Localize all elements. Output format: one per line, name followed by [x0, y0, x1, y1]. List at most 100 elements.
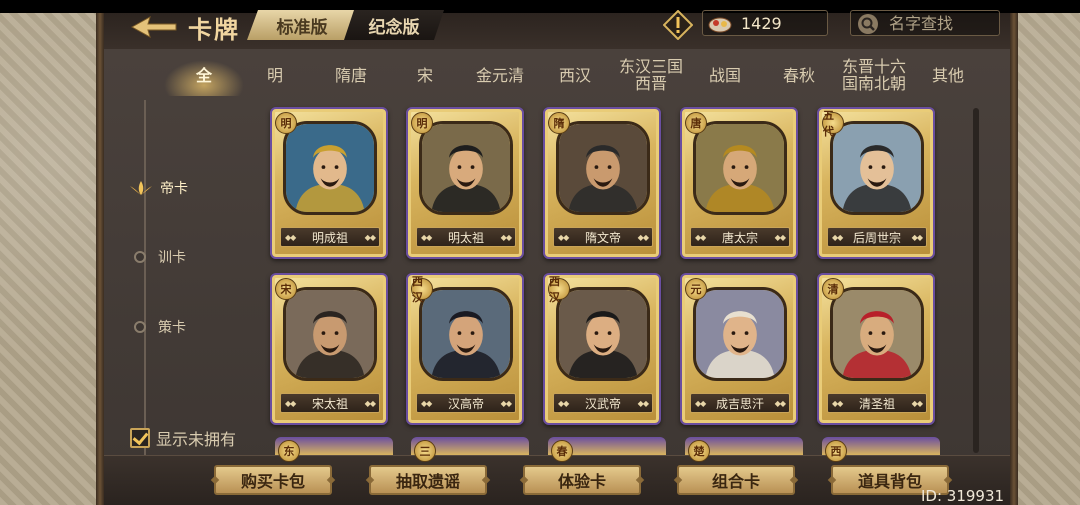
emperor-card[interactable]: 清 ◆◆ 清圣祖 ◆◆ [817, 273, 935, 425]
emperor-card[interactable]: 宋 ◆◆ 宋太祖 ◆◆ [270, 273, 388, 425]
emperor-card[interactable]: 五代 ◆◆ 后周世宗 ◆◆ [817, 107, 935, 259]
era-tab-dongjin[interactable]: 东晋十六 国南北朝 [834, 50, 914, 100]
search-box[interactable] [850, 10, 1000, 36]
portrait-image [693, 287, 787, 381]
emperor-card[interactable]: 西汉 ◆◆ 汉武帝 ◆◆ [543, 273, 661, 425]
portrait-image [830, 121, 924, 215]
warning-button[interactable] [662, 9, 694, 41]
card-name-bar: ◆◆ 宋太祖 ◆◆ [280, 393, 380, 413]
show-unowned-label: 显示未拥有 [156, 430, 237, 449]
page-title: 卡牌 [188, 16, 240, 44]
era-tab-suitang[interactable]: 隋唐 [314, 50, 388, 100]
card-name-bar: ◆◆ 成吉思汗 ◆◆ [690, 393, 790, 413]
emperor-card[interactable]: 隋 ◆◆ 隋文帝 ◆◆ [543, 107, 661, 259]
currency-value: 1429 [741, 14, 782, 33]
dynasty-badge: 明 [275, 112, 297, 134]
coin-pouch-icon [708, 17, 732, 33]
ornament-right: ◆◆ [911, 232, 923, 242]
category-label: 策卡 [158, 320, 186, 336]
portrait-image [693, 121, 787, 215]
partial-card[interactable]: 春 [548, 437, 666, 462]
card-name-bar: ◆◆ 明太祖 ◆◆ [416, 227, 516, 247]
card-name-bar: ◆◆ 唐太宗 ◆◆ [690, 227, 790, 247]
dynasty-badge: 三 [414, 440, 436, 462]
dynasty-badge: 春 [551, 440, 573, 462]
show-unowned-toggle[interactable]: 显示未拥有 [130, 426, 236, 450]
card-name: 宋太祖 [311, 396, 348, 411]
category-training[interactable]: 训卡 [134, 245, 186, 269]
portrait-image [419, 121, 513, 215]
search-icon [858, 14, 878, 34]
trial-card-button[interactable]: 体验卡 [523, 465, 641, 495]
ornament-left: ◆◆ [421, 232, 432, 242]
partial-card[interactable]: 楚 [685, 437, 803, 462]
left-ornament-frame [0, 13, 104, 505]
combo-card-button[interactable]: 组合卡 [677, 465, 795, 495]
ornament-right: ◆◆ [774, 232, 786, 242]
era-tab-donghan[interactable]: 东汉三国 西晋 [612, 50, 690, 100]
card-name: 明成祖 [311, 230, 348, 245]
draw-relic-button[interactable]: 抽取遗谣 [369, 465, 487, 495]
dynasty-badge: 清 [822, 278, 844, 300]
card-name-bar: ◆◆ 明成祖 ◆◆ [280, 227, 380, 247]
ornament-left: ◆◆ [421, 398, 432, 408]
emperor-card[interactable]: 明 ◆◆ 明太祖 ◆◆ [406, 107, 524, 259]
era-filter-bar: 全 明 隋唐 宋 金元清 西汉 东汉三国 西晋 战国 春秋 东晋十六 国南北朝 … [104, 50, 1010, 100]
search-input[interactable] [889, 13, 995, 33]
dynasty-badge: 五代 [822, 109, 844, 138]
card-name: 汉高帝 [447, 396, 484, 411]
ornament-left: ◆◆ [695, 398, 706, 408]
scrollbar[interactable] [973, 108, 979, 453]
tab-commemorative-edition[interactable]: 纪念版 [344, 10, 444, 40]
portrait-image [283, 121, 377, 215]
category-dot [134, 251, 146, 263]
category-dot [134, 321, 146, 333]
category-strategy[interactable]: 策卡 [134, 315, 186, 339]
partial-card[interactable]: 三 [411, 437, 529, 462]
era-tab-all[interactable]: 全 [164, 50, 244, 100]
card-name: 清圣祖 [858, 396, 895, 411]
emperor-card[interactable]: 元 ◆◆ 成吉思汗 ◆◆ [680, 273, 798, 425]
back-arrow-button[interactable] [130, 14, 178, 40]
ornament-left: ◆◆ [832, 398, 843, 408]
player-id: ID: 319931 [921, 487, 1005, 505]
ornament-right: ◆◆ [364, 398, 376, 408]
partial-card[interactable]: 东 [275, 437, 393, 462]
dynasty-badge: 宋 [275, 278, 297, 300]
portrait-image [419, 287, 513, 381]
ornament-right: ◆◆ [637, 398, 649, 408]
era-tab-ming[interactable]: 明 [244, 50, 306, 100]
era-tab-jinyuanqing[interactable]: 金元清 [464, 50, 536, 100]
category-line [144, 100, 146, 460]
era-tab-zhanguo[interactable]: 战国 [694, 50, 756, 100]
card-name-bar: ◆◆ 汉武帝 ◆◆ [553, 393, 653, 413]
card-name: 成吉思汗 [715, 396, 764, 411]
warning-icon [662, 9, 694, 41]
era-tab-song[interactable]: 宋 [394, 50, 456, 100]
dynasty-badge: 东 [278, 440, 300, 462]
dynasty-badge: 楚 [688, 440, 710, 462]
era-tab-other[interactable]: 其他 [916, 50, 980, 100]
category-emperor[interactable]: 帝卡 [128, 176, 188, 200]
dynasty-badge: 明 [411, 112, 433, 134]
category-label: 帝卡 [160, 181, 188, 197]
ornament-left: ◆◆ [832, 232, 843, 242]
buy-card-pack-button[interactable]: 购买卡包 [214, 465, 332, 495]
emperor-card[interactable]: 明 ◆◆ 明成祖 ◆◆ [270, 107, 388, 259]
category-sidebar: 帝卡 训卡 策卡 [104, 100, 264, 460]
checkbox-checked[interactable] [130, 428, 150, 448]
portrait-image [556, 121, 650, 215]
emperor-card[interactable]: 西汉 ◆◆ 汉高帝 ◆◆ [406, 273, 524, 425]
dynasty-badge: 西汉 [548, 275, 570, 304]
arrow-back-icon [130, 15, 177, 39]
card-name-bar: ◆◆ 隋文帝 ◆◆ [553, 227, 653, 247]
dynasty-badge: 唐 [685, 112, 707, 134]
tab-standard-edition[interactable]: 标准版 [247, 10, 357, 40]
era-tab-chunqiu[interactable]: 春秋 [768, 50, 830, 100]
partial-card[interactable]: 西 [822, 437, 940, 462]
era-tab-xihan[interactable]: 西汉 [544, 50, 606, 100]
currency-display: 1429 [702, 10, 828, 36]
emperor-card[interactable]: 唐 ◆◆ 唐太宗 ◆◆ [680, 107, 798, 259]
ornament-right: ◆◆ [500, 232, 512, 242]
card-name-bar: ◆◆ 清圣祖 ◆◆ [827, 393, 927, 413]
